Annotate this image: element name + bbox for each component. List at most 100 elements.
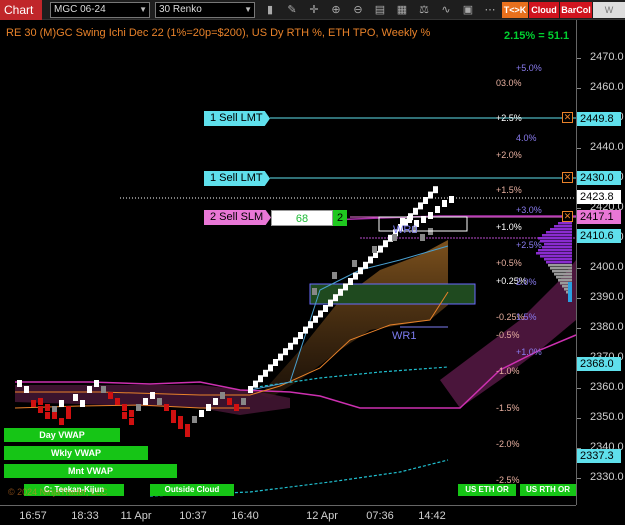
- price-tick-label: 2380.0: [590, 321, 624, 333]
- outside-cloud-label: Outside Cloud: [150, 484, 234, 496]
- sell-lmt-order-1[interactable]: 1 Sell LMT: [204, 111, 270, 126]
- more-icon[interactable]: ⋯: [482, 2, 498, 18]
- us-eth-or-button[interactable]: US ETH OR: [458, 484, 516, 496]
- renko-brick: [343, 283, 348, 291]
- cancel-order-icon[interactable]: ✕: [562, 211, 573, 222]
- percent-level-label: +3.0%: [516, 205, 542, 215]
- price-tag: 2337.3: [577, 449, 621, 464]
- renko-brick: [308, 321, 313, 329]
- time-axis[interactable]: 16:57 18:33 11 Apr 10:37 16:40 12 Apr 07:36 14:…: [0, 505, 576, 525]
- renko-brick: [45, 412, 50, 419]
- tpo-row: [552, 270, 572, 273]
- tpo-row: [544, 258, 572, 261]
- renko-brick: [38, 398, 43, 405]
- time-tick-label: 18:33: [71, 510, 99, 522]
- tpo-value-area-marker: [568, 282, 572, 302]
- time-tick-label: 11 Apr: [120, 510, 152, 522]
- renko-brick: [101, 386, 106, 393]
- renko-brick: [358, 267, 363, 275]
- weekly-vwap-button[interactable]: Wkly VWAP: [4, 446, 148, 460]
- renko-brick: [150, 392, 155, 399]
- renko-brick: [378, 245, 383, 253]
- crosshair-icon[interactable]: ✛: [306, 2, 322, 18]
- renko-brick: [52, 412, 57, 419]
- percent-level-label: -1.0%: [496, 366, 520, 376]
- renko-brick: [449, 196, 454, 203]
- wr1-label: WR1: [392, 330, 417, 342]
- price-tick-mark: [577, 88, 581, 89]
- price-tick-label: 2400.0: [590, 261, 624, 273]
- chart-title: RE 30 (M)GC Swing Ichi Dec 22 (1%=20p=$2…: [6, 27, 431, 39]
- renko-brick: [115, 398, 120, 405]
- cloud-toggle-button[interactable]: Cloud: [529, 2, 559, 18]
- renko-brick: [73, 394, 78, 401]
- cancel-order-icon[interactable]: ✕: [562, 112, 573, 123]
- price-tag: 2423.8: [577, 189, 621, 204]
- zoom-out-icon[interactable]: ⊖: [350, 2, 366, 18]
- renko-brick: [423, 197, 428, 204]
- renko-brick: [363, 261, 368, 269]
- data-box-icon[interactable]: ▣: [460, 2, 476, 18]
- renko-brick: [413, 207, 418, 215]
- renko-brick: [288, 342, 293, 350]
- renko-brick: [248, 386, 253, 393]
- renko-brick: [129, 418, 134, 425]
- tpo-row: [546, 261, 572, 264]
- price-tick-mark: [577, 478, 581, 479]
- cancel-order-icon[interactable]: ✕: [562, 172, 573, 183]
- day-vwap-button[interactable]: Day VWAP: [4, 428, 120, 442]
- percent-level-label: +1.0%: [516, 347, 542, 357]
- tenkan-kijun-toggle-button[interactable]: T<>K: [502, 2, 528, 18]
- renko-brick: [428, 191, 433, 199]
- price-tick-label: 2360.0: [590, 381, 624, 393]
- renko-brick: [178, 416, 183, 423]
- sell-lmt-order-2[interactable]: 1 Sell LMT: [204, 171, 270, 186]
- renko-brick: [234, 404, 239, 411]
- renko-brick: [368, 256, 373, 264]
- renko-brick: [185, 430, 190, 437]
- monthly-vwap-button[interactable]: Mnt VWAP: [4, 464, 177, 478]
- renko-brick: [171, 416, 176, 423]
- instrument-selector[interactable]: MGC 06-24 ▼: [50, 2, 150, 18]
- percent-level-label: 1.5%: [516, 312, 537, 322]
- renko-brick: [52, 406, 57, 413]
- order-quantity-field[interactable]: 68: [271, 210, 333, 226]
- chart-tab[interactable]: Chart: [0, 0, 42, 20]
- us-rth-or-button[interactable]: US RTH OR: [520, 484, 576, 496]
- renko-brick: [87, 386, 92, 393]
- order-quantity-badge[interactable]: 2: [333, 210, 347, 226]
- indicators-icon[interactable]: ∿: [438, 2, 454, 18]
- percent-level-label: +1.0%: [496, 222, 522, 232]
- barcolor-toggle-button[interactable]: BarCol: [560, 2, 592, 18]
- templates-icon[interactable]: ▦: [394, 2, 410, 18]
- price-tick-mark: [577, 418, 581, 419]
- renko-brick: [136, 404, 141, 411]
- zoom-in-icon[interactable]: ⊕: [328, 2, 344, 18]
- chevron-down-icon: ▼: [139, 5, 147, 14]
- percent-level-label: +1.5%: [496, 185, 522, 195]
- vwap-toggle-button[interactable]: W VWAP: [593, 2, 625, 18]
- price-tag: 2417.1: [577, 209, 621, 224]
- sell-slm-order[interactable]: 2 Sell SLM: [204, 210, 271, 225]
- wr0-label: WR0: [393, 224, 418, 236]
- renko-brick: [192, 416, 197, 423]
- bar-type-value: 30 Renko: [159, 4, 202, 15]
- tpo-row: [542, 234, 572, 237]
- properties-icon[interactable]: ▤: [372, 2, 388, 18]
- instrument-value: MGC 06-24: [54, 4, 106, 15]
- bar-type-selector[interactable]: 30 Renko ▼: [155, 2, 255, 18]
- percent-level-label: 03.0%: [496, 78, 522, 88]
- price-tag: 2449.8: [577, 111, 621, 126]
- price-axis[interactable]: 2470.02460.02450.02440.02430.02420.02410…: [576, 20, 625, 505]
- renko-brick: [273, 359, 278, 366]
- drawing-tools-icon[interactable]: ✎: [284, 2, 300, 18]
- price-tick-label: 2440.0: [590, 141, 624, 153]
- percent-level-label: 4.0%: [516, 133, 537, 143]
- renko-brick: [80, 400, 85, 407]
- renko-brick: [143, 398, 148, 405]
- renko-brick: [333, 294, 338, 302]
- renko-brick: [94, 380, 99, 387]
- bar-style-icon[interactable]: ▮: [262, 2, 278, 18]
- strategy-icon[interactable]: ⚖: [416, 2, 432, 18]
- price-tick-mark: [577, 58, 581, 59]
